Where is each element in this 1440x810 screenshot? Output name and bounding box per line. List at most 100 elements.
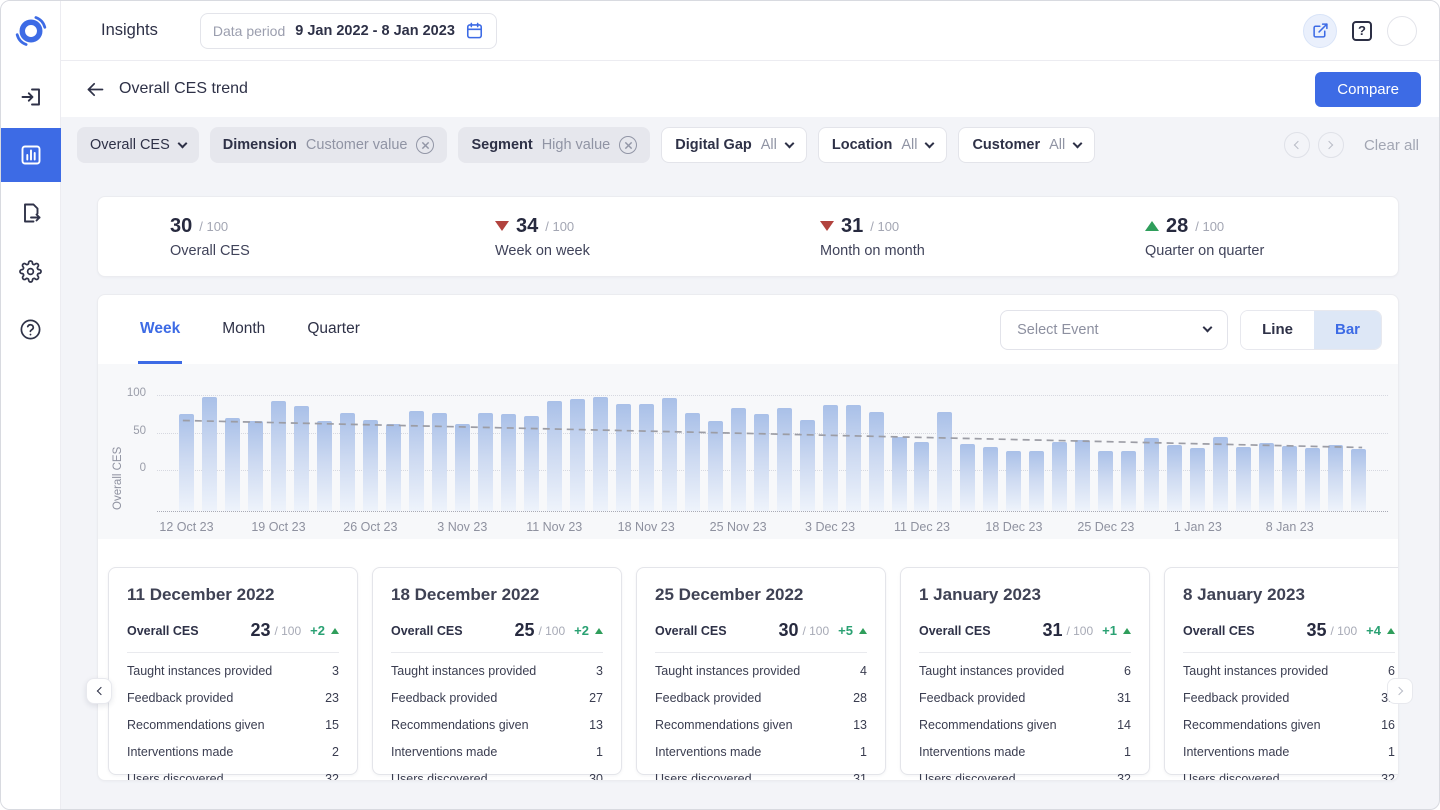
- metric-selector-chip[interactable]: Overall CES: [77, 127, 199, 163]
- bar[interactable]: [340, 413, 355, 511]
- week-summary-card[interactable]: 25 December 2022 Overall CES 30 / 100 +5…: [636, 567, 886, 775]
- filters-scroll-right-button[interactable]: [1318, 132, 1344, 158]
- user-avatar[interactable]: [1387, 16, 1417, 46]
- filter-dropdown-digital-gap[interactable]: Digital Gap All: [661, 127, 807, 163]
- bar[interactable]: [1121, 451, 1136, 511]
- bar[interactable]: [271, 401, 286, 511]
- bar[interactable]: [202, 397, 217, 511]
- bar[interactable]: [708, 421, 723, 511]
- bar[interactable]: [501, 414, 516, 511]
- toggle-bar[interactable]: Bar: [1314, 311, 1381, 349]
- bar[interactable]: [960, 444, 975, 511]
- bar[interactable]: [455, 424, 470, 512]
- bar[interactable]: [570, 399, 585, 511]
- metric-row-value: 15: [325, 718, 339, 732]
- compare-button[interactable]: Compare: [1315, 72, 1421, 107]
- sidebar-item-data-in[interactable]: [1, 70, 61, 124]
- bar[interactable]: [846, 405, 861, 511]
- week-summary-card[interactable]: 1 January 2023 Overall CES 31 / 100 +1 T…: [900, 567, 1150, 775]
- bar[interactable]: [363, 420, 378, 511]
- bar-slot: [520, 416, 543, 511]
- week-summary-card[interactable]: 8 January 2023 Overall CES 35 / 100 +4 T…: [1164, 567, 1399, 775]
- bar[interactable]: [754, 414, 769, 511]
- bar[interactable]: [1029, 451, 1044, 511]
- sidebar-item-export-report[interactable]: [1, 186, 61, 240]
- tab-week[interactable]: Week: [138, 295, 182, 364]
- bar[interactable]: [248, 421, 263, 512]
- x-axis-label: 25 Dec 23: [1077, 520, 1134, 534]
- bar[interactable]: [317, 421, 332, 512]
- metric-row-label: Interventions made: [655, 745, 761, 759]
- bar[interactable]: [1006, 451, 1021, 511]
- bar-slot: 12 Oct 23: [175, 414, 198, 511]
- back-button[interactable]: [83, 77, 107, 101]
- carousel-prev-button[interactable]: [86, 678, 112, 704]
- bar[interactable]: [914, 442, 929, 512]
- data-period-picker[interactable]: Data period 9 Jan 2022 - 8 Jan 2023: [200, 13, 497, 49]
- bar-slot: [428, 413, 451, 511]
- bar[interactable]: [547, 401, 562, 511]
- bar[interactable]: [800, 420, 815, 511]
- bar[interactable]: [731, 408, 746, 511]
- arrow-left-icon: [85, 79, 106, 100]
- bar[interactable]: [1052, 442, 1067, 511]
- bar[interactable]: [1328, 445, 1343, 511]
- toggle-line[interactable]: Line: [1241, 311, 1314, 349]
- bar-slot: 19 Oct 23: [267, 401, 290, 511]
- bar[interactable]: [1351, 449, 1366, 511]
- bar[interactable]: [983, 447, 998, 511]
- bar[interactable]: [685, 413, 700, 511]
- card-delta: +1: [1102, 623, 1117, 638]
- help-button[interactable]: ?: [1352, 21, 1372, 41]
- carousel-next-button[interactable]: [1387, 678, 1413, 704]
- bar[interactable]: [1098, 451, 1113, 511]
- bar[interactable]: [1282, 446, 1297, 511]
- select-event-dropdown[interactable]: Select Event: [1000, 310, 1228, 350]
- bar[interactable]: [432, 413, 447, 511]
- bar[interactable]: [662, 398, 677, 511]
- bar[interactable]: [409, 411, 424, 511]
- metric-row-value: 32: [325, 772, 339, 782]
- week-summary-card[interactable]: 11 December 2022 Overall CES 23 / 100 +2…: [108, 567, 358, 775]
- bar-slot: 11 Nov 23: [543, 401, 566, 511]
- bar[interactable]: [1259, 443, 1274, 511]
- bar[interactable]: [869, 412, 884, 511]
- bar[interactable]: [1305, 448, 1320, 511]
- sidebar-item-help[interactable]: [1, 302, 61, 356]
- bar[interactable]: [1236, 447, 1251, 511]
- bar[interactable]: [294, 406, 309, 512]
- share-button[interactable]: [1303, 14, 1337, 48]
- bar[interactable]: [777, 408, 792, 511]
- filter-chip-dimension[interactable]: Dimension Customer value: [210, 127, 448, 163]
- sidebar-item-insights[interactable]: [1, 128, 61, 182]
- bar[interactable]: [1167, 445, 1182, 511]
- bar[interactable]: [1144, 438, 1159, 511]
- filters-scroll-left-button[interactable]: [1284, 132, 1310, 158]
- bar[interactable]: [1190, 448, 1205, 512]
- bar[interactable]: [823, 405, 838, 511]
- trend-chart-card: Week Month Quarter Select Event Line Bar…: [97, 294, 1399, 781]
- bar[interactable]: [478, 413, 493, 511]
- bar[interactable]: [524, 416, 539, 511]
- tab-quarter[interactable]: Quarter: [305, 295, 362, 364]
- remove-filter-icon[interactable]: [619, 136, 637, 154]
- bar[interactable]: [892, 437, 907, 511]
- filter-dropdown-location[interactable]: Location All: [818, 127, 948, 163]
- bar[interactable]: [593, 397, 608, 512]
- bar[interactable]: [386, 424, 401, 511]
- bar[interactable]: [225, 418, 240, 511]
- tab-month[interactable]: Month: [220, 295, 267, 364]
- bar[interactable]: [616, 404, 631, 511]
- week-summary-card[interactable]: 18 December 2022 Overall CES 25 / 100 +2…: [372, 567, 622, 775]
- bar[interactable]: [179, 414, 194, 511]
- sidebar-item-settings[interactable]: [1, 244, 61, 298]
- bar-slot: 1 Jan 23: [1186, 448, 1209, 512]
- clear-all-button[interactable]: Clear all: [1364, 137, 1419, 154]
- filter-dropdown-customer[interactable]: Customer All: [958, 127, 1095, 163]
- bar[interactable]: [639, 404, 654, 511]
- bar[interactable]: [937, 412, 952, 511]
- remove-filter-icon[interactable]: [416, 136, 434, 154]
- filter-chip-segment[interactable]: Segment High value: [458, 127, 650, 163]
- bar[interactable]: [1213, 437, 1228, 511]
- bar[interactable]: [1075, 440, 1090, 511]
